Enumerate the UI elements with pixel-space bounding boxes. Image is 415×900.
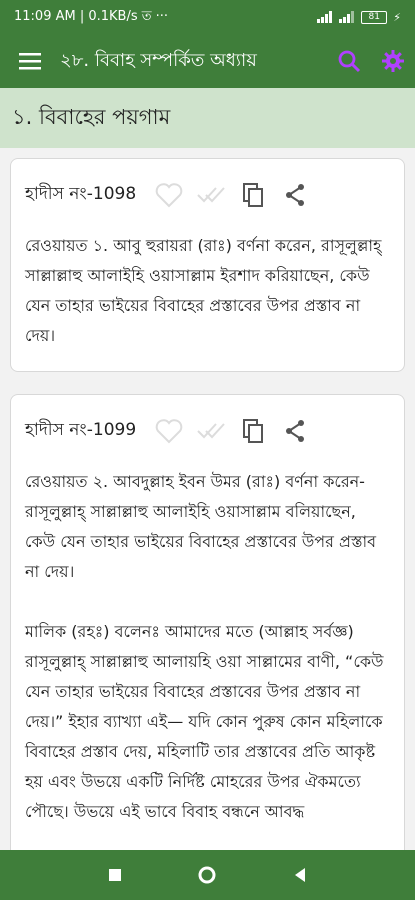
heart-outline-icon[interactable] xyxy=(148,174,190,216)
hamburger-menu-icon[interactable] xyxy=(0,34,60,88)
status-bar: 11:09 AM | 0.1KB/s ত ··· 81 ⚡ xyxy=(0,0,415,34)
share-icon[interactable] xyxy=(274,174,316,216)
share-icon[interactable] xyxy=(274,410,316,452)
hadith-card: হাদীস নং-1099 রেওয়ায়ত ২. আবদুল্লাহ ইবন… xyxy=(10,394,405,864)
hadith-text: রেওয়ায়ত ২. আবদুল্লাহ ইবন উমর (রাঃ) বর্… xyxy=(25,472,384,821)
heart-outline-icon[interactable] xyxy=(148,410,190,452)
double-check-icon[interactable] xyxy=(190,410,232,452)
signal-icon xyxy=(317,11,333,23)
app-bar: ২৮. বিবাহ সম্পর্কিত অধ্যায় xyxy=(0,34,415,88)
search-icon[interactable] xyxy=(327,34,371,88)
section-header: ১. বিবাহের পয়গাম xyxy=(0,88,415,148)
app-title: ২৮. বিবাহ সম্পর্কিত অধ্যায় xyxy=(60,49,257,71)
circle-home-icon[interactable] xyxy=(197,865,217,885)
double-check-icon[interactable] xyxy=(190,174,232,216)
battery-icon: 81 xyxy=(361,10,388,24)
system-nav-bar xyxy=(0,850,415,900)
triangle-back-icon[interactable] xyxy=(293,867,307,883)
status-time: 11:09 AM | 0.1KB/s ত ··· xyxy=(14,8,169,24)
signal-icon-2 xyxy=(339,11,355,23)
hadith-card-header: হাদীস নং-1098 xyxy=(25,159,390,231)
hadith-card: হাদীস নং-1098 রেওয়ায়ত ১. আবু হুরায়রা … xyxy=(10,158,405,372)
hadith-text: রেওয়ায়ত ১. আবু হুরায়রা (রাঃ) বর্ণনা ক… xyxy=(25,236,387,345)
copy-icon[interactable] xyxy=(232,410,274,452)
copy-icon[interactable] xyxy=(232,174,274,216)
hadith-number: হাদীস নং-1099 xyxy=(25,420,137,440)
hadith-number: হাদীস নং-1098 xyxy=(25,184,137,204)
hadith-card-header: হাদীস নং-1099 xyxy=(25,395,390,467)
square-recents-icon[interactable] xyxy=(108,868,122,882)
gear-icon[interactable] xyxy=(371,34,415,88)
status-icons: 81 ⚡ xyxy=(317,10,401,24)
charging-icon: ⚡ xyxy=(393,10,401,24)
